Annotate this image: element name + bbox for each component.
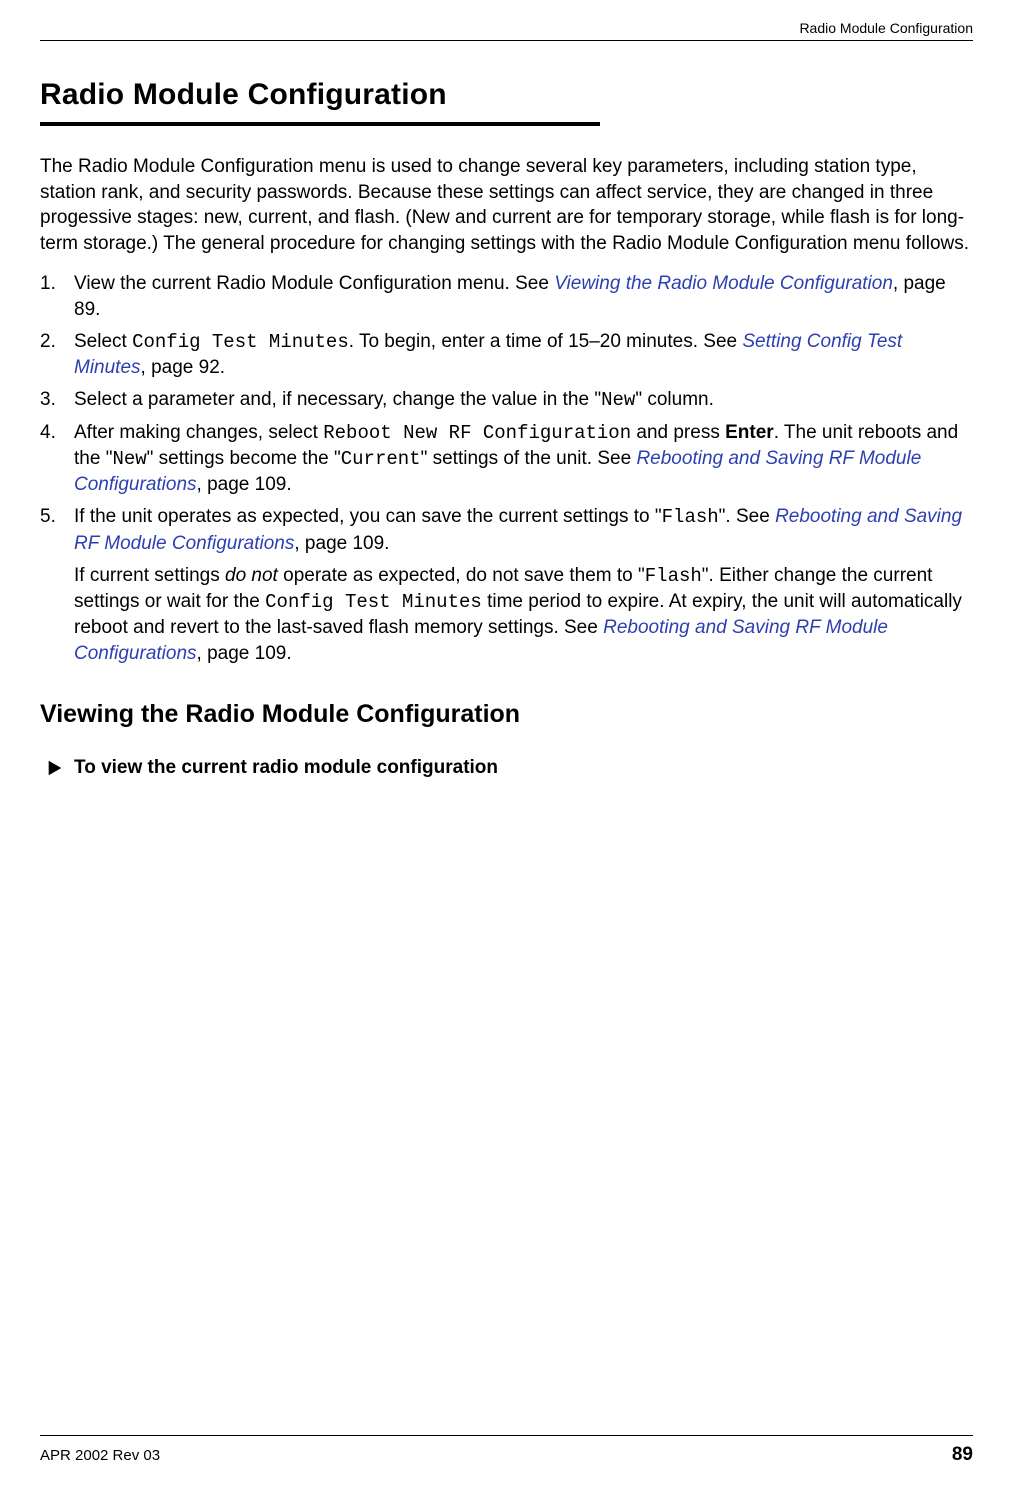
step-2: 2. Select Config Test Minutes. To begin,… [40,329,973,381]
text: If current settings [74,565,225,586]
step-number: 5. [40,504,74,556]
title-rule [40,122,600,126]
footer-rule [40,1435,973,1436]
step-text: and press [631,422,725,443]
step-text: After making changes, select [74,422,323,443]
page-footer: APR 2002 Rev 03 89 [40,1444,973,1466]
code: New [112,448,146,470]
step-1: 1. View the current Radio Module Configu… [40,271,973,323]
task-heading: To view the current radio module configu… [46,757,973,779]
intro-paragraph: The Radio Module Configuration menu is u… [40,154,973,257]
code: Reboot New RF Configuration [323,422,631,444]
task-title: To view the current radio module configu… [74,757,498,779]
pointer-icon [46,759,64,777]
step-text: " column. [635,389,714,410]
top-rule [40,40,973,41]
code: Config Test Minutes [132,331,349,353]
page-content: Radio Module Configuration The Radio Mod… [40,0,973,779]
code: Flash [645,565,702,587]
running-head: Radio Module Configuration [799,20,973,36]
code: Flash [662,506,719,528]
code: New [601,389,635,411]
step-number: 1. [40,271,74,323]
code: Current [341,448,421,470]
step-text: " settings of the unit. See [421,448,637,469]
step-text: , page 92. [141,357,226,378]
page-number: 89 [952,1444,973,1466]
step-4: 4. After making changes, select Reboot N… [40,420,973,499]
text: , page 109. [197,643,292,664]
step-number: 3. [40,387,74,413]
footer-left: APR 2002 Rev 03 [40,1447,160,1464]
page-title: Radio Module Configuration [40,78,973,112]
step-text: " settings become the " [147,448,341,469]
bold: Enter [725,422,774,443]
emphasis: do not [225,565,278,586]
procedure-steps: 1. View the current Radio Module Configu… [40,271,973,557]
step-text: Select [74,331,132,352]
step-5: 5. If the unit operates as expected, you… [40,504,973,556]
step-text: Select a parameter and, if necessary, ch… [74,389,601,410]
step-text: ". See [719,506,775,527]
section-heading: Viewing the Radio Module Configuration [40,700,973,729]
step-text: , page 109. [294,533,389,554]
step-text: , page 109. [197,474,292,495]
step-5-followup: If current settings do not operate as ex… [74,563,973,668]
step-text: View the current Radio Module Configurat… [74,273,554,294]
step-number: 2. [40,329,74,381]
step-number: 4. [40,420,74,499]
code: Config Test Minutes [265,591,482,613]
step-text: . To begin, enter a time of 15–20 minute… [349,331,743,352]
step-text: If the unit operates as expected, you ca… [74,506,662,527]
text: operate as expected, do not save them to… [278,565,645,586]
step-3: 3. Select a parameter and, if necessary,… [40,387,973,413]
link-viewing-config[interactable]: Viewing the Radio Module Configuration [554,273,893,294]
